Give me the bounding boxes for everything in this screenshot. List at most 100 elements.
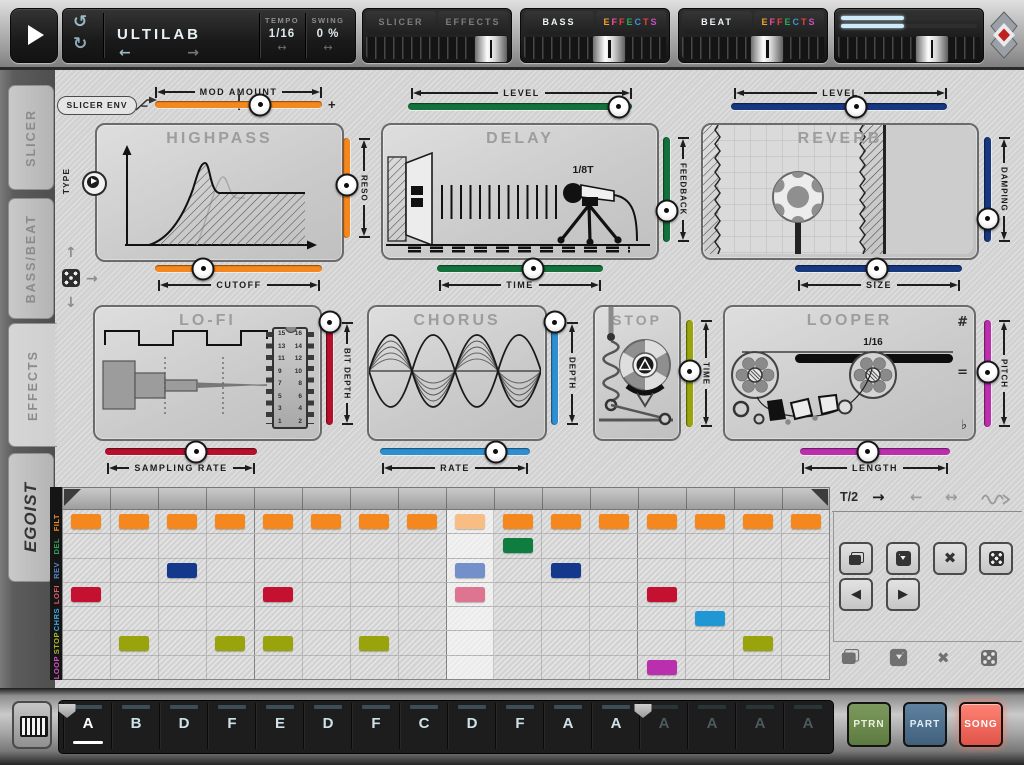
- step-cell[interactable]: [399, 631, 447, 654]
- bit-depth-slider[interactable]: [326, 320, 333, 425]
- looper-reels-graphic[interactable]: 1/16: [725, 307, 970, 435]
- damping-slider[interactable]: [984, 137, 991, 242]
- step-cell[interactable]: [63, 583, 111, 606]
- step-cell[interactable]: [207, 607, 255, 630]
- step-cell[interactable]: [782, 656, 829, 679]
- delay-time-slider[interactable]: [437, 265, 603, 272]
- pattern-slot-14[interactable]: A: [687, 703, 736, 749]
- shift-right-arrow[interactable]: →: [872, 488, 885, 506]
- crossfade-track[interactable]: [524, 37, 666, 59]
- keyboard-button[interactable]: [12, 701, 52, 749]
- pattern-slot-11[interactable]: A: [543, 703, 592, 749]
- step-cell[interactable]: [686, 583, 734, 606]
- stop-time-slider[interactable]: [686, 320, 693, 427]
- step-cell[interactable]: [111, 510, 159, 533]
- part-mode-button[interactable]: PART: [903, 702, 947, 747]
- step-cell[interactable]: [399, 559, 447, 582]
- step-cell[interactable]: [159, 510, 207, 533]
- step-cell[interactable]: [447, 656, 495, 679]
- step-cell[interactable]: [255, 656, 303, 679]
- step-cell[interactable]: [255, 559, 303, 582]
- volume-track[interactable]: [838, 37, 980, 59]
- step-cell[interactable]: [782, 534, 829, 557]
- step-cell[interactable]: [303, 559, 351, 582]
- feedback-slider[interactable]: [663, 137, 670, 242]
- step-cell[interactable]: [255, 583, 303, 606]
- step-cell[interactable]: [494, 631, 542, 654]
- play-button[interactable]: [10, 8, 58, 63]
- step-cell[interactable]: [734, 656, 782, 679]
- volume-handle[interactable]: [915, 35, 949, 63]
- song-mode-button[interactable]: SONG: [959, 702, 1003, 747]
- tab-egoist-logo[interactable]: EGOIST: [8, 453, 54, 582]
- step-cell[interactable]: [686, 631, 734, 654]
- step-cell[interactable]: [399, 583, 447, 606]
- step-cell[interactable]: [590, 583, 638, 606]
- pattern-slot-9[interactable]: D: [447, 703, 496, 749]
- pattern-slot-8[interactable]: C: [399, 703, 448, 749]
- step-cell[interactable]: [207, 631, 255, 654]
- undo-icon[interactable]: ↺: [73, 14, 87, 31]
- step-cell[interactable]: [494, 656, 542, 679]
- step-cell[interactable]: [542, 656, 590, 679]
- paste-button[interactable]: [886, 542, 920, 575]
- step-cell[interactable]: [734, 631, 782, 654]
- step-cell[interactable]: [159, 631, 207, 654]
- step-cell[interactable]: [494, 583, 542, 606]
- cutoff-slider[interactable]: [155, 265, 322, 272]
- step-cell[interactable]: [734, 583, 782, 606]
- step-cell[interactable]: [63, 656, 111, 679]
- tab-bass-beat[interactable]: BASS/BEAT: [8, 198, 54, 319]
- pattern-slot-4[interactable]: F: [207, 703, 256, 749]
- step-cell[interactable]: [638, 631, 686, 654]
- row-label-loop[interactable]: LOOP: [50, 656, 62, 680]
- delay-speaker-mic-graphic[interactable]: 1/8T: [386, 131, 650, 255]
- bass-source-button[interactable]: BASS: [524, 11, 594, 34]
- mod-amount-slider[interactable]: [155, 101, 322, 108]
- bass-effects-button[interactable]: EFFECTS: [596, 11, 666, 34]
- step-cell[interactable]: [782, 510, 829, 533]
- step-cell[interactable]: [351, 559, 399, 582]
- step-cell[interactable]: [159, 607, 207, 630]
- step-cell[interactable]: [638, 510, 686, 533]
- step-cell[interactable]: [303, 583, 351, 606]
- step-cell[interactable]: [590, 607, 638, 630]
- chorus-waves-graphic[interactable]: [369, 307, 541, 435]
- stop-turntable-graphic[interactable]: [595, 307, 675, 435]
- random-right-arrow[interactable]: →: [86, 272, 98, 286]
- random-down-arrow[interactable]: ↓: [65, 296, 77, 310]
- pattern-slot-7[interactable]: F: [351, 703, 400, 749]
- highpass-curve-graphic[interactable]: [111, 141, 321, 253]
- slicer-effects-button[interactable]: EFFECTS: [438, 11, 508, 34]
- pattern-slot-5[interactable]: E: [255, 703, 304, 749]
- step-cell[interactable]: [638, 559, 686, 582]
- step-cell[interactable]: [638, 656, 686, 679]
- step-cell[interactable]: [303, 510, 351, 533]
- step-cell[interactable]: [63, 559, 111, 582]
- step-cell[interactable]: [590, 510, 638, 533]
- step-cell[interactable]: [63, 534, 111, 557]
- clear-button[interactable]: ✖: [933, 542, 967, 575]
- pattern-slot-15[interactable]: A: [735, 703, 784, 749]
- row-label-filt[interactable]: FILT: [50, 510, 62, 534]
- tab-slicer[interactable]: SLICER: [8, 85, 54, 190]
- beat-effects-button[interactable]: EFFECTS: [754, 11, 824, 34]
- step-cell[interactable]: [686, 607, 734, 630]
- step-cell[interactable]: [255, 607, 303, 630]
- step-cell[interactable]: [782, 607, 829, 630]
- beat-source-button[interactable]: BEAT: [682, 11, 752, 34]
- step-cell[interactable]: [351, 656, 399, 679]
- step-cell[interactable]: [734, 510, 782, 533]
- randomize-button[interactable]: [979, 542, 1013, 575]
- step-cell[interactable]: [638, 583, 686, 606]
- step-cell[interactable]: [159, 656, 207, 679]
- step-cell[interactable]: [399, 534, 447, 557]
- step-cell[interactable]: [638, 607, 686, 630]
- pattern-slot-2[interactable]: B: [111, 703, 160, 749]
- step-cell[interactable]: [782, 631, 829, 654]
- global-clear-icon[interactable]: ✖: [937, 651, 950, 666]
- global-paste-icon[interactable]: [890, 649, 907, 666]
- step-cell[interactable]: [494, 559, 542, 582]
- step-cell[interactable]: [255, 510, 303, 533]
- crossfade-track[interactable]: [366, 37, 508, 59]
